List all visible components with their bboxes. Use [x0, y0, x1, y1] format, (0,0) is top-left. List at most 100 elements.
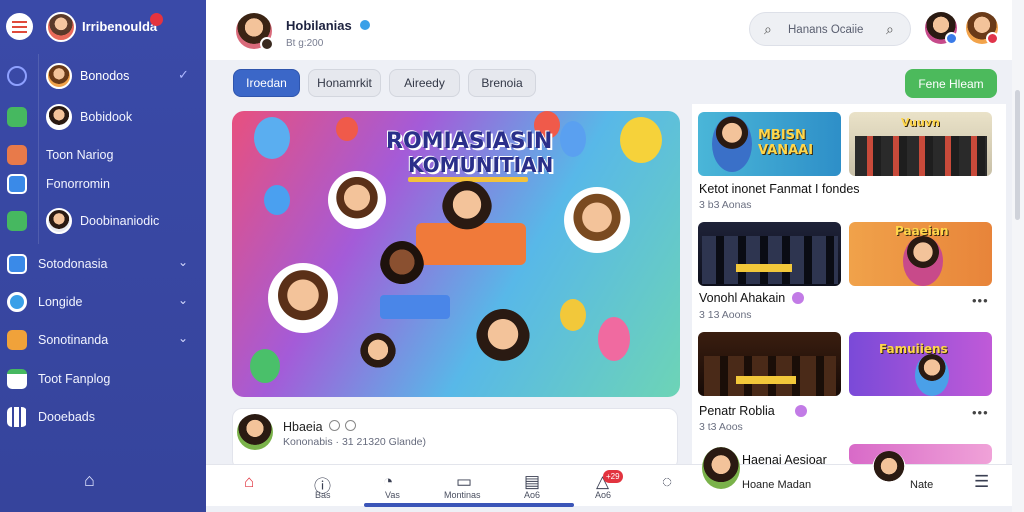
- sidebar-item-label: Bonodos: [80, 69, 130, 83]
- hero-title: ROMIASIASIN: [386, 129, 553, 154]
- profile-avatar[interactable]: [236, 13, 274, 51]
- avatar: [328, 171, 386, 229]
- verified-icon: [360, 20, 370, 30]
- sidebar-item-sotodonasia[interactable]: Sotodonasia ⌄: [0, 246, 206, 282]
- more-options-icon[interactable]: •••: [972, 293, 989, 308]
- sidebar: Irribenoulda Bonodos ✓ Bobidook Toon Nar…: [0, 0, 206, 512]
- sidebar-item-label: Longide: [38, 295, 83, 309]
- sidebar-item-label: Fonorromin: [46, 177, 110, 191]
- balloon-icon: [620, 117, 662, 163]
- post-meta: Kononabis · 31 21320 Glande): [283, 436, 427, 448]
- scrollbar[interactable]: [1012, 0, 1024, 512]
- chip-aireedy[interactable]: Aireedy: [389, 69, 460, 97]
- people-icon: [7, 145, 27, 165]
- video-thumbnail[interactable]: Famuiiens: [849, 332, 992, 396]
- chevron-down-icon[interactable]: ⌄: [178, 293, 188, 307]
- info-icon: [345, 420, 356, 431]
- video-thumbnail[interactable]: [698, 332, 841, 396]
- video-title[interactable]: Penatr Roblia: [699, 404, 775, 418]
- balloon-icon: [336, 117, 358, 141]
- top-header: Hobilanias Bt g:200 ⌕ Hanans Ocaiie ⌕: [206, 0, 1024, 60]
- group-illustration: [855, 136, 987, 176]
- sidebar-item-longide[interactable]: Longide ⌄: [0, 284, 206, 320]
- balloon-icon: [264, 185, 290, 215]
- calendar-icon: [7, 174, 27, 194]
- sidebar-item-label: Dooebads: [38, 410, 95, 424]
- person-illustration: [903, 236, 943, 286]
- thumbnail-banner: [736, 264, 792, 272]
- avatar[interactable]: [702, 447, 740, 489]
- hero-banner[interactable]: ROMIASIASIN KOMUNITIAN: [232, 111, 680, 397]
- balloon-icon: [250, 349, 280, 383]
- search-bar[interactable]: ⌕ Hanans Ocaiie ⌕: [749, 12, 911, 46]
- person-illustration: [915, 354, 949, 396]
- sidebar-item-bobidook[interactable]: Bobidook: [0, 99, 206, 135]
- avatar: [46, 63, 72, 89]
- chip-honamrkit[interactable]: Honamrkit: [308, 69, 381, 97]
- sidebar-item-label: Sonotinanda: [38, 333, 109, 347]
- avatar[interactable]: [872, 451, 906, 487]
- avatar[interactable]: [46, 12, 76, 42]
- gauge-icon[interactable]: ◔: [383, 472, 393, 492]
- thumbnail-caption: Vuuvn: [901, 116, 940, 129]
- avatar[interactable]: [966, 12, 999, 45]
- primary-button[interactable]: Fene Hleam: [905, 69, 997, 98]
- avatar: [46, 208, 72, 234]
- sidebar-item-label: Bobidook: [80, 110, 133, 124]
- search-input[interactable]: Hanans Ocaiie: [788, 24, 863, 36]
- avatar[interactable]: [925, 12, 958, 45]
- sidebar-item-doobinaniodic[interactable]: Doobinaniodic: [0, 203, 206, 239]
- status-badge: [945, 32, 958, 45]
- sidebar-item-bonodos[interactable]: Bonodos ✓: [0, 58, 206, 94]
- balloon-icon: [254, 117, 290, 159]
- video-meta: 3 t3 Aoos: [699, 421, 743, 433]
- kid-illustration: [476, 309, 530, 369]
- chevron-down-icon[interactable]: ⌄: [178, 255, 188, 269]
- video-title[interactable]: Vonohl Ahakain: [699, 291, 785, 305]
- chip-brenoia[interactable]: Brenoia: [468, 69, 536, 97]
- inbox-icon[interactable]: ▭: [456, 472, 472, 492]
- balloon-icon: [560, 299, 586, 331]
- chat-icon: [7, 107, 27, 127]
- circle-icon: [7, 292, 27, 312]
- verified-icon: [792, 292, 804, 304]
- video-thumbnail[interactable]: MBISN VANAAI: [698, 112, 841, 176]
- video-icon: [7, 211, 27, 231]
- video-thumbnail[interactable]: [698, 222, 841, 286]
- menu-icon[interactable]: [6, 13, 33, 40]
- nav-label: Bas: [315, 490, 331, 500]
- home-icon[interactable]: ⌂: [244, 472, 254, 492]
- chevron-down-icon[interactable]: ⌄: [178, 331, 188, 345]
- video-title[interactable]: Ketot inonet Fanmat I fondes: [699, 182, 860, 196]
- kid-illustration: [442, 181, 492, 237]
- status-badge: [986, 32, 999, 45]
- search-icon[interactable]: ⌕: [886, 21, 894, 38]
- sidebar-item-toot-fanplog[interactable]: Toot Fanplog: [0, 361, 206, 397]
- sidebar-item-dooebads[interactable]: Dooebads: [0, 399, 206, 435]
- sidebar-item-fonorromin[interactable]: Fonorromin: [0, 166, 206, 202]
- folder-icon: [7, 330, 27, 350]
- profile-subtitle: Bt g:200: [286, 38, 324, 49]
- info-icon: [329, 420, 340, 431]
- sidebar-item-label: Toot Fanplog: [38, 372, 111, 386]
- video-thumbnail[interactable]: Paaeian: [849, 222, 992, 286]
- video-thumbnail[interactable]: Vuuvn: [849, 112, 992, 176]
- chip-iroedan[interactable]: Iroedan: [233, 69, 300, 97]
- sidebar-item-sonotinanda[interactable]: Sonotinanda ⌄: [0, 322, 206, 358]
- avatar: [564, 187, 630, 253]
- kid-illustration: [380, 241, 424, 291]
- post-card[interactable]: Hbaeia Kononabis · 31 21320 Glande): [232, 408, 678, 470]
- menu-icon[interactable]: ☰: [974, 472, 989, 492]
- home-icon[interactable]: ⌂: [84, 470, 104, 490]
- avatar[interactable]: [237, 414, 273, 450]
- chat-icon[interactable]: ◌: [662, 472, 672, 492]
- person-illustration: [712, 116, 752, 172]
- thumbnail-caption: Famuiiens: [879, 342, 948, 356]
- nav-label: Ao6: [595, 490, 612, 500]
- more-options-icon[interactable]: •••: [972, 405, 989, 420]
- grid-icon: [7, 407, 27, 427]
- tray-icon[interactable]: ▤: [524, 472, 540, 492]
- sidebar-item-label: Doobinaniodic: [80, 214, 160, 228]
- kid-illustration: [360, 333, 396, 373]
- video-thumbnail[interactable]: [849, 444, 992, 464]
